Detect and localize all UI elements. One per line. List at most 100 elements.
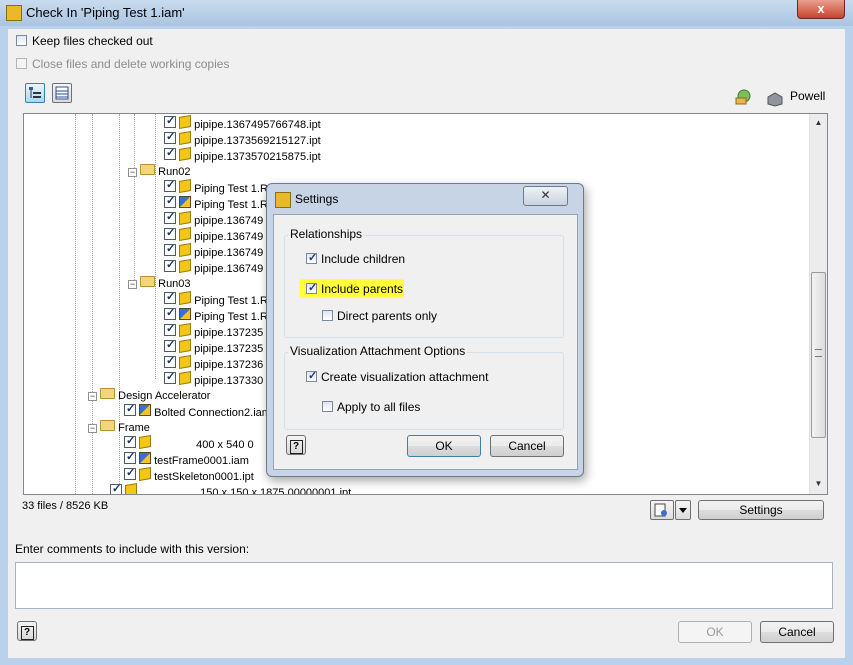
settings-ok-button[interactable]: OK (407, 435, 481, 457)
tree-row[interactable]: Piping Test 1.R (164, 178, 268, 196)
tree-row[interactable]: − Frame (88, 420, 150, 436)
folder-icon (100, 388, 116, 399)
apply-all-files-checkbox[interactable] (322, 401, 333, 412)
tree-view-icon (29, 87, 41, 98)
options-button[interactable] (650, 500, 674, 520)
assembly-icon (179, 308, 192, 320)
tree-row[interactable]: pipipe.136749 (164, 258, 263, 276)
tree-row[interactable]: testFrame0001.iam (124, 450, 249, 468)
tree-row[interactable]: − Run02 (128, 164, 191, 180)
tree-row[interactable]: pipipe.137330 (164, 370, 263, 388)
tree-row[interactable]: pipipe.1373570215875.ipt (164, 146, 321, 164)
part-icon (179, 226, 192, 242)
part-icon (139, 434, 152, 450)
help-button[interactable]: ? (17, 621, 37, 641)
scroll-up-icon[interactable]: ▲ (810, 118, 827, 127)
keep-checked-out-checkbox[interactable] (16, 35, 27, 46)
file-summary: 33 files / 8526 KB (22, 500, 109, 512)
part-icon (179, 130, 192, 146)
part-icon (179, 242, 192, 258)
ok-button[interactable]: OK (678, 621, 752, 643)
part-icon (179, 338, 192, 354)
tree-guide-line (75, 114, 76, 494)
app-icon (6, 5, 22, 21)
tree-row[interactable]: 150 x 150 x 1875.00000001.ipt (110, 482, 351, 494)
assembly-icon (179, 196, 192, 208)
tree-guide-line (119, 114, 120, 494)
settings-dialog: Settings ✕ Relationships Include childre… (266, 183, 584, 477)
options-dropdown-button[interactable] (675, 500, 691, 520)
scroll-thumb[interactable] (811, 272, 826, 438)
tree-row[interactable]: pipipe.137235 (164, 338, 263, 356)
part-icon (139, 466, 152, 482)
direct-parents-only-label: Direct parents only (337, 309, 438, 323)
grid-view-button[interactable] (52, 83, 72, 103)
settings-help-button[interactable]: ? (286, 435, 306, 455)
scroll-down-icon[interactable]: ▼ (810, 479, 827, 488)
window-title: Check In 'Piping Test 1.iam' (26, 5, 185, 20)
keep-checked-out-label: Keep files checked out (32, 34, 153, 48)
part-icon (179, 210, 192, 226)
tree-row[interactable]: Piping Test 1.R (164, 194, 268, 212)
user-icon (766, 89, 784, 107)
include-children-label: Include children (321, 252, 406, 266)
tree-scrollbar[interactable]: ▲ ▼ (809, 114, 827, 494)
tree-row[interactable]: pipipe.136749 (164, 210, 263, 228)
tree-row[interactable]: testSkeleton0001.ipt (124, 466, 254, 484)
visualization-group (284, 352, 564, 430)
tree-row[interactable]: pipipe.137235 (164, 322, 263, 340)
part-icon (125, 482, 138, 494)
part-icon (179, 354, 192, 370)
options-icon (654, 503, 667, 517)
close-files-label: Close files and delete working copies (32, 57, 230, 71)
tree-view-button[interactable] (25, 83, 45, 103)
tree-row[interactable]: pipipe.1373569215127.ipt (164, 130, 321, 148)
window-close-button[interactable]: x (797, 0, 845, 19)
settings-cancel-button[interactable]: Cancel (490, 435, 564, 457)
create-visualization-label: Create visualization attachment (321, 370, 489, 384)
assembly-icon (139, 404, 152, 416)
relationships-group-label: Relationships (288, 227, 365, 241)
part-icon (179, 114, 192, 130)
comments-input[interactable] (15, 562, 833, 609)
settings-dialog-body: Relationships Include children Include p… (273, 214, 578, 470)
tree-row[interactable]: pipipe.136749 (164, 242, 263, 260)
tree-guide-line (134, 114, 135, 284)
tree-row[interactable]: − Design Accelerator (88, 388, 210, 404)
include-children-checkbox[interactable] (306, 251, 317, 264)
tree-row[interactable]: pipipe.136749 (164, 226, 263, 244)
cancel-button[interactable]: Cancel (760, 621, 834, 643)
part-icon (179, 258, 192, 274)
tree-row[interactable]: Bolted Connection2.iam (124, 402, 271, 420)
part-icon (179, 370, 192, 386)
tree-row[interactable]: Piping Test 1.R (164, 290, 268, 308)
settings-app-icon (275, 192, 291, 208)
create-visualization-checkbox[interactable] (306, 369, 317, 382)
tree-row[interactable]: pipipe.1367495766748.ipt (164, 114, 321, 132)
tree-row[interactable]: − Run03 (128, 276, 191, 292)
close-files-checkbox (16, 58, 27, 69)
apply-all-files-label: Apply to all files (337, 400, 421, 414)
tree-row[interactable]: Piping Test 1.R (164, 306, 268, 324)
folder-icon (140, 276, 156, 287)
part-icon (179, 322, 192, 338)
collapse-icon: − (128, 279, 137, 289)
part-icon (179, 146, 192, 162)
grid-view-icon (55, 86, 69, 100)
help-icon: ? (20, 626, 34, 640)
direct-parents-only-checkbox[interactable] (322, 310, 333, 321)
assembly-icon (139, 452, 152, 464)
vault-refresh-icon[interactable] (734, 88, 752, 106)
help-icon: ? (289, 440, 303, 454)
settings-button[interactable]: Settings (698, 500, 824, 520)
title-bar: Check In 'Piping Test 1.iam' (0, 0, 853, 26)
visualization-group-label: Visualization Attachment Options (288, 344, 468, 358)
collapse-icon: − (88, 423, 97, 433)
include-parents-checkbox[interactable] (306, 281, 317, 294)
tree-row[interactable]: 400 x 540 0 (124, 434, 254, 452)
part-icon (179, 290, 192, 306)
collapse-icon: − (88, 391, 97, 401)
settings-close-button[interactable]: ✕ (523, 186, 568, 206)
tree-row[interactable]: pipipe.137236 (164, 354, 263, 372)
settings-dialog-title: Settings (295, 192, 339, 206)
